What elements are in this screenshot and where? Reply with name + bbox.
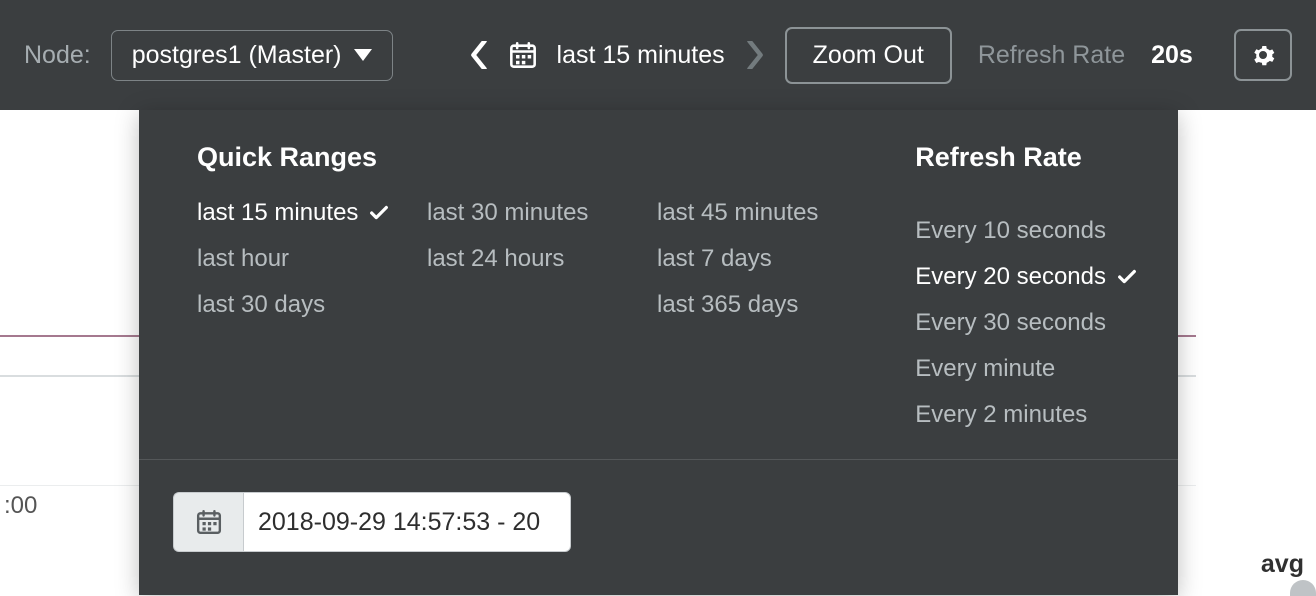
date-range-icon-box[interactable] [173,492,243,552]
node-label: Node: [24,41,91,70]
quick-range-label: last 365 days [657,291,798,319]
refresh-rate-label: Every 30 seconds [915,309,1106,337]
refresh-rate-value: 20s [1151,41,1193,70]
gear-icon [1251,43,1275,67]
node-select[interactable]: postgres1 (Master) [111,30,393,81]
refresh-rate-option[interactable]: Every 2 minutes [915,401,1138,429]
scrollbar-thumb[interactable] [1290,580,1316,596]
refresh-rate-label: Every 20 seconds [915,263,1106,291]
calendar-icon[interactable] [509,41,537,69]
quick-range-label: last 30 minutes [427,199,588,227]
quick-range-option[interactable]: last 30 minutes [427,199,637,227]
quick-range-label: last 7 days [657,245,772,273]
settings-button[interactable] [1234,29,1292,81]
quick-range-label: last 30 days [197,291,325,319]
calendar-icon [196,509,222,535]
refresh-rate-section: Refresh Rate Every 10 seconds Every 20 se… [915,142,1138,429]
quick-range-option[interactable]: last 365 days [657,291,867,319]
quick-range-label: last 24 hours [427,245,564,273]
time-next-button[interactable] [745,41,765,69]
refresh-rate-label: Refresh Rate [978,41,1125,70]
quick-ranges-title: Quick Ranges [197,142,867,173]
refresh-rate-label: Every minute [915,355,1055,383]
stats-header: avg [1261,550,1304,579]
quick-ranges-section: Quick Ranges last 15 minutes last hour las… [197,142,867,429]
refresh-rate-label: Every 10 seconds [915,217,1106,245]
refresh-rate-option[interactable]: Every 30 seconds [915,309,1138,337]
time-picker-panel: Quick Ranges last 15 minutes last hour las… [139,110,1178,595]
quick-range-option[interactable]: last hour [197,245,407,273]
refresh-rate-option[interactable]: Every 10 seconds [915,217,1138,245]
refresh-rate-title: Refresh Rate [915,142,1138,173]
refresh-rate-option[interactable]: Every minute [915,355,1138,383]
zoom-out-button[interactable]: Zoom Out [785,27,952,84]
time-range-text[interactable]: last 15 minutes [557,41,725,70]
check-icon [368,202,390,224]
quick-range-option[interactable]: last 30 days [197,291,407,319]
chevron-down-icon [354,49,372,61]
refresh-rate-label: Every 2 minutes [915,401,1087,429]
date-range-input[interactable] [243,492,571,552]
node-select-value: postgres1 (Master) [132,41,342,70]
quick-range-option[interactable]: last 24 hours [427,245,637,273]
quick-range-label: last hour [197,245,289,273]
check-icon [1116,266,1138,288]
quick-range-label: last 45 minutes [657,199,818,227]
chart-tick-label: :00 [4,492,37,520]
quick-range-option[interactable]: last 45 minutes [657,199,867,227]
topbar: Node: postgres1 (Master) last 15 minutes… [0,0,1316,110]
refresh-rate-option[interactable]: Every 20 seconds [915,263,1138,291]
quick-range-option[interactable]: last 7 days [657,245,867,273]
quick-range-option[interactable]: last 15 minutes [197,199,407,227]
quick-range-label: last 15 minutes [197,199,358,227]
time-prev-button[interactable] [469,41,489,69]
